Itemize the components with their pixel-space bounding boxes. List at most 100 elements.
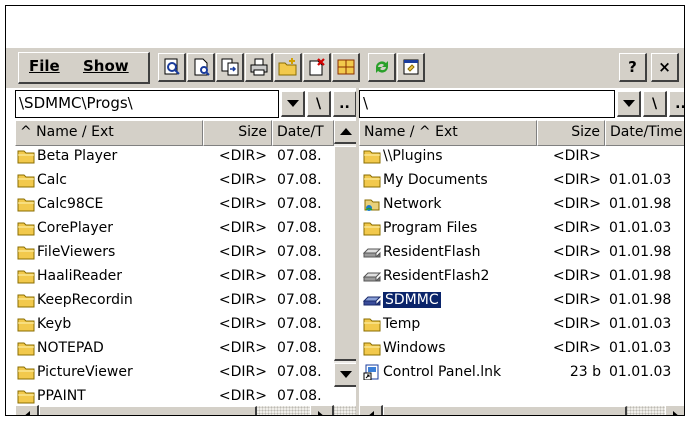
table-row[interactable]: ResidentFlash <DIR> 01.01.98 xyxy=(359,242,684,266)
refresh-button[interactable] xyxy=(368,53,396,82)
find-icon xyxy=(164,58,180,75)
file-name-text: NOTEPAD xyxy=(37,340,104,356)
folder-icon xyxy=(17,196,37,212)
file-date: 07.08. xyxy=(277,148,322,164)
scroll-down-button[interactable] xyxy=(334,363,358,387)
left-root-button[interactable]: \ xyxy=(307,91,331,117)
file-date: 01.01.98 xyxy=(609,268,672,284)
left-col-name[interactable]: ^ Name / Ext xyxy=(15,120,203,146)
arrow-left-icon xyxy=(367,410,374,415)
file-size: <DIR> xyxy=(552,244,601,260)
grid-button[interactable] xyxy=(332,53,360,82)
file-name-text: KeepRecordin xyxy=(37,292,133,308)
right-hscroll-thumb[interactable] xyxy=(383,406,627,415)
table-row[interactable]: HaaliReader <DIR> 07.08. xyxy=(15,266,358,290)
right-col-date[interactable]: Date/Time xyxy=(605,120,684,146)
file-name: My Documents xyxy=(363,172,537,188)
menu-bar: File Show xyxy=(18,52,150,84)
right-up-button[interactable]: .. xyxy=(669,91,684,117)
find-button[interactable] xyxy=(158,53,186,82)
file-size: <DIR> xyxy=(218,196,267,212)
right-path-dropdown[interactable] xyxy=(617,91,641,117)
scroll-right-button[interactable] xyxy=(310,405,334,415)
file-name: SDMMC xyxy=(363,292,537,308)
left-horizontal-scrollbar[interactable] xyxy=(15,405,358,415)
table-row[interactable]: KeepRecordin <DIR> 07.08. xyxy=(15,290,358,314)
copy-icon xyxy=(221,58,238,76)
file-size: <DIR> xyxy=(552,172,601,188)
table-row[interactable]: ResidentFlash2 <DIR> 01.01.98 xyxy=(359,266,684,290)
table-row[interactable]: Network <DIR> 01.01.98 xyxy=(359,194,684,218)
file-size: <DIR> xyxy=(218,364,267,380)
menu-file[interactable]: File xyxy=(29,57,60,75)
right-col-name[interactable]: Name / ^ Ext xyxy=(359,120,537,146)
file-name-text: \\Plugins xyxy=(383,148,443,164)
table-row[interactable]: Calc98CE <DIR> 07.08. xyxy=(15,194,358,218)
table-row[interactable]: My Documents <DIR> 01.01.03 xyxy=(359,170,684,194)
file-date: 07.08. xyxy=(277,316,322,332)
right-horizontal-scrollbar[interactable] xyxy=(359,405,684,415)
table-row[interactable]: Keyb <DIR> 07.08. xyxy=(15,314,358,338)
left-scroll-thumb[interactable] xyxy=(334,146,358,361)
table-row[interactable]: SDMMC <DIR> 01.01.98 xyxy=(359,290,684,314)
table-row[interactable]: CorePlayer <DIR> 07.08. xyxy=(15,218,358,242)
left-hscroll-thumb[interactable] xyxy=(39,406,257,415)
left-col-size[interactable]: Size xyxy=(203,120,272,146)
file-size: <DIR> xyxy=(218,244,267,260)
file-name-text: SDMMC xyxy=(383,292,441,308)
file-name-text: HaaliReader xyxy=(37,268,123,284)
file-size: <DIR> xyxy=(218,292,267,308)
file-date: 07.08. xyxy=(277,364,322,380)
table-row[interactable]: \\Plugins <DIR> xyxy=(359,146,684,170)
scroll-up-button[interactable] xyxy=(334,120,358,144)
table-row[interactable]: Windows <DIR> 01.01.03 xyxy=(359,338,684,362)
new-folder-icon xyxy=(278,58,296,76)
file-date: 01.01.98 xyxy=(609,244,672,260)
new-folder-button[interactable] xyxy=(274,53,302,82)
file-name: PictureViewer xyxy=(17,364,201,380)
menu-show[interactable]: Show xyxy=(83,57,129,75)
folder-icon xyxy=(363,148,383,164)
scroll-left-button[interactable] xyxy=(15,405,39,415)
card-icon xyxy=(363,292,383,308)
right-col-size[interactable]: Size xyxy=(537,120,605,146)
scroll-right-button[interactable] xyxy=(665,405,684,415)
file-date: 07.08. xyxy=(277,220,322,236)
left-col-date[interactable]: Date/T xyxy=(272,120,334,146)
scroll-left-button[interactable] xyxy=(359,405,383,415)
file-name: PPAINT xyxy=(17,388,201,404)
file-size: <DIR> xyxy=(552,340,601,356)
table-row[interactable]: NOTEPAD <DIR> 07.08. xyxy=(15,338,358,362)
file-name: Keyb xyxy=(17,316,201,332)
table-row[interactable]: Control Panel.lnk 23 b 01.01.03 xyxy=(359,362,684,386)
close-button[interactable]: × xyxy=(651,53,679,82)
copy-button[interactable] xyxy=(216,53,244,82)
file-name: \\Plugins xyxy=(363,148,537,164)
left-path-dropdown[interactable] xyxy=(281,91,305,117)
left-column-header: ^ Name / Ext Size Date/T xyxy=(15,120,358,146)
right-root-button[interactable]: \ xyxy=(643,91,667,117)
right-pane: \ \ .. Name / ^ Ext Size Date/Time \\Plu… xyxy=(359,88,684,415)
help-button[interactable]: ? xyxy=(619,53,647,82)
file-name-text: Calc xyxy=(37,172,67,188)
print-button[interactable] xyxy=(245,53,273,82)
shortcut-icon xyxy=(363,364,383,380)
left-vertical-scrollbar[interactable] xyxy=(334,120,358,387)
table-row[interactable]: Calc <DIR> 07.08. xyxy=(15,170,358,194)
folder-icon xyxy=(363,220,383,236)
table-row[interactable]: Temp <DIR> 01.01.03 xyxy=(359,314,684,338)
file-name-text: Control Panel.lnk xyxy=(383,364,502,380)
table-row[interactable]: Beta Player <DIR> 07.08. xyxy=(15,146,358,170)
table-row[interactable]: Program Files <DIR> 01.01.03 xyxy=(359,218,684,242)
file-name-text: Windows xyxy=(383,340,446,356)
left-path-input[interactable]: \SDMMC\Progs\ xyxy=(15,90,279,118)
properties-button[interactable] xyxy=(397,53,425,82)
table-row[interactable]: FileViewers <DIR> 07.08. xyxy=(15,242,358,266)
left-pane: \SDMMC\Progs\ \ .. ^ Name / Ext Size Dat… xyxy=(15,88,358,415)
table-row[interactable]: PictureViewer <DIR> 07.08. xyxy=(15,362,358,386)
delete-button[interactable] xyxy=(303,53,331,82)
new-file-button[interactable] xyxy=(187,53,215,82)
file-date: 01.01.03 xyxy=(609,220,672,236)
left-up-button[interactable]: .. xyxy=(333,91,357,117)
right-path-input[interactable]: \ xyxy=(359,90,615,118)
